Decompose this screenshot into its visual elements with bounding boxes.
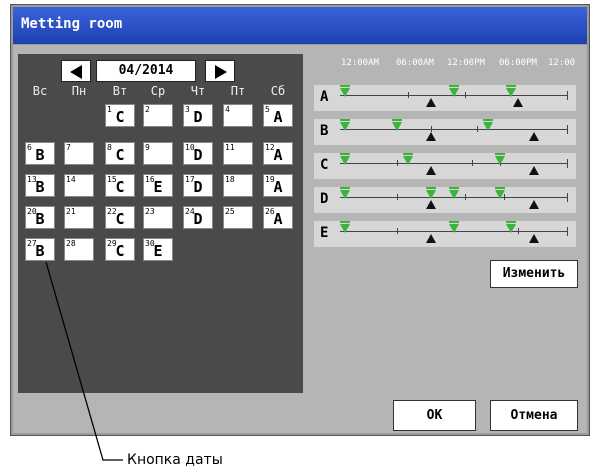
callout-label: Кнопка даты — [127, 452, 223, 468]
callout-line — [45, 261, 123, 461]
